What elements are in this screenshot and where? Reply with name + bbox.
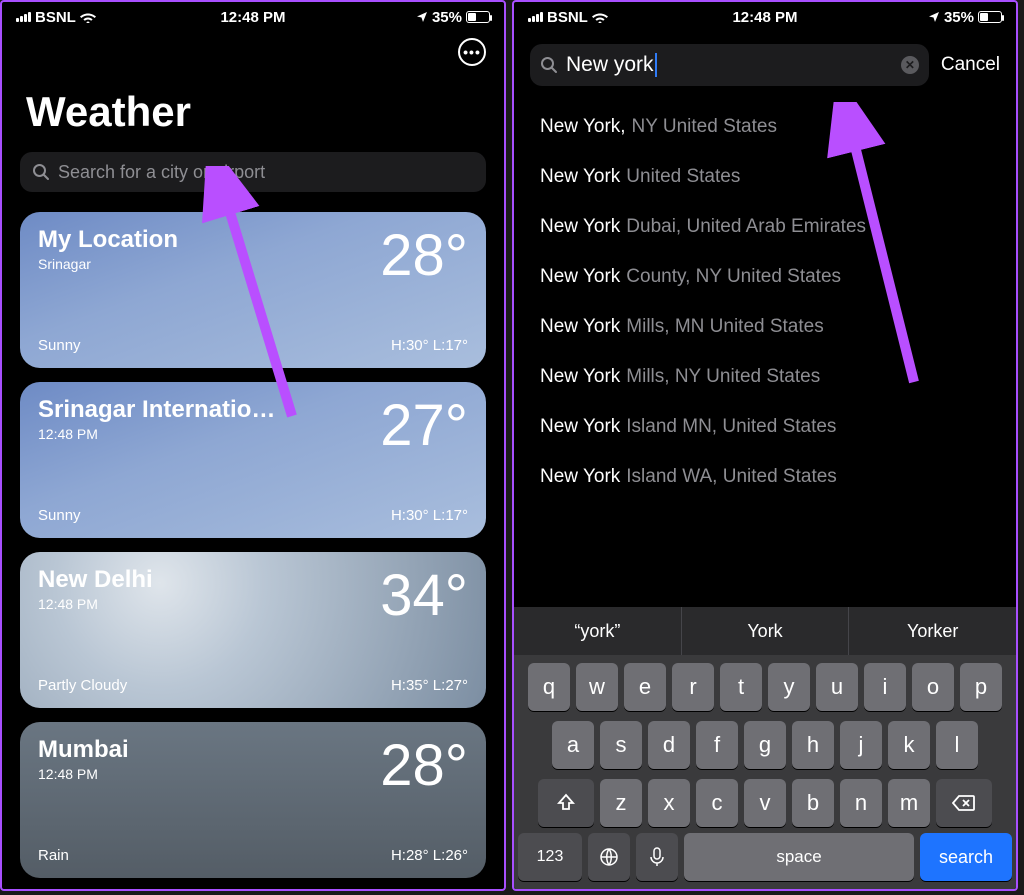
status-time: 12:48 PM: [2, 9, 504, 26]
key-b[interactable]: b: [792, 779, 834, 827]
phone-right: BSNL 12:48 PM 35% New york ✕ Cancel New …: [512, 0, 1018, 891]
weather-card[interactable]: Srinagar Internatio… 12:48 PM 27° Sunny …: [20, 382, 486, 538]
weather-list: My Location Srinagar 28° Sunny H:30° L:1…: [2, 198, 504, 878]
key-x[interactable]: x: [648, 779, 690, 827]
search-input[interactable]: New york ✕: [530, 44, 929, 86]
phone-left: BSNL 12:48 PM 35% ••• Weather Search for…: [0, 0, 506, 891]
status-bar: BSNL 12:48 PM 35%: [514, 2, 1016, 32]
search-result[interactable]: New YorkCounty, NY United States: [514, 252, 1016, 302]
key-g[interactable]: g: [744, 721, 786, 769]
card-hilo: H:35° L:27°: [391, 677, 468, 694]
key-k[interactable]: k: [888, 721, 930, 769]
card-temp: 27°: [380, 392, 468, 459]
search-key[interactable]: search: [920, 833, 1012, 881]
key-i[interactable]: i: [864, 663, 906, 711]
backspace-key[interactable]: [936, 779, 992, 827]
battery-icon: [978, 11, 1002, 23]
shift-key[interactable]: [538, 779, 594, 827]
search-result[interactable]: New YorkMills, NY United States: [514, 352, 1016, 402]
key-v[interactable]: v: [744, 779, 786, 827]
weather-card[interactable]: My Location Srinagar 28° Sunny H:30° L:1…: [20, 212, 486, 368]
key-e[interactable]: e: [624, 663, 666, 711]
card-condition: Rain: [38, 847, 69, 864]
mic-icon: [650, 847, 664, 867]
search-placeholder: Search for a city or airport: [58, 162, 265, 183]
key-q[interactable]: q: [528, 663, 570, 711]
card-condition: Sunny: [38, 507, 81, 524]
card-hilo: H:28° L:26°: [391, 847, 468, 864]
search-result[interactable]: New YorkUnited States: [514, 152, 1016, 202]
key-h[interactable]: h: [792, 721, 834, 769]
card-condition: Partly Cloudy: [38, 677, 127, 694]
weather-card[interactable]: Mumbai 12:48 PM 28° Rain H:28° L:26°: [20, 722, 486, 878]
search-result[interactable]: New York,NY United States: [514, 102, 1016, 152]
backspace-icon: [952, 794, 976, 812]
globe-key[interactable]: [588, 833, 630, 881]
card-temp: 28°: [380, 222, 468, 289]
key-j[interactable]: j: [840, 721, 882, 769]
key-r[interactable]: r: [672, 663, 714, 711]
mic-key[interactable]: [636, 833, 678, 881]
card-temp: 34°: [380, 562, 468, 629]
card-condition: Sunny: [38, 337, 81, 354]
suggestion[interactable]: Yorker: [849, 607, 1016, 655]
key-u[interactable]: u: [816, 663, 858, 711]
key-n[interactable]: n: [840, 779, 882, 827]
keyboard: “york” York Yorker qwertyuiop asdfghjkl …: [514, 607, 1016, 889]
search-result[interactable]: New YorkMills, MN United States: [514, 302, 1016, 352]
key-z[interactable]: z: [600, 779, 642, 827]
key-t[interactable]: t: [720, 663, 762, 711]
search-result[interactable]: New YorkDubai, United Arab Emirates: [514, 202, 1016, 252]
keyboard-suggestions: “york” York Yorker: [514, 607, 1016, 655]
status-bar: BSNL 12:48 PM 35%: [2, 2, 504, 32]
card-hilo: H:30° L:17°: [391, 337, 468, 354]
search-result[interactable]: New YorkIsland MN, United States: [514, 402, 1016, 452]
search-results: New York,NY United States New YorkUnited…: [514, 96, 1016, 508]
more-button[interactable]: •••: [458, 38, 486, 66]
key-c[interactable]: c: [696, 779, 738, 827]
suggestion[interactable]: York: [682, 607, 850, 655]
key-d[interactable]: d: [648, 721, 690, 769]
key-w[interactable]: w: [576, 663, 618, 711]
text-caret: [655, 53, 657, 77]
search-query: New york: [566, 53, 657, 77]
search-input[interactable]: Search for a city or airport: [20, 152, 486, 192]
weather-card[interactable]: New Delhi 12:48 PM 34° Partly Cloudy H:3…: [20, 552, 486, 708]
key-a[interactable]: a: [552, 721, 594, 769]
key-f[interactable]: f: [696, 721, 738, 769]
key-s[interactable]: s: [600, 721, 642, 769]
clear-icon[interactable]: ✕: [901, 56, 919, 74]
numeric-key[interactable]: 123: [518, 833, 582, 881]
globe-icon: [599, 847, 619, 867]
status-time: 12:48 PM: [514, 9, 1016, 26]
key-l[interactable]: l: [936, 721, 978, 769]
search-icon: [32, 163, 50, 181]
page-title: Weather: [2, 66, 504, 146]
key-y[interactable]: y: [768, 663, 810, 711]
space-key[interactable]: space: [684, 833, 914, 881]
key-m[interactable]: m: [888, 779, 930, 827]
key-o[interactable]: o: [912, 663, 954, 711]
battery-icon: [466, 11, 490, 23]
search-result[interactable]: New YorkIsland WA, United States: [514, 452, 1016, 502]
search-icon: [540, 56, 558, 74]
key-p[interactable]: p: [960, 663, 1002, 711]
card-temp: 28°: [380, 732, 468, 799]
suggestion[interactable]: “york”: [514, 607, 682, 655]
card-hilo: H:30° L:17°: [391, 507, 468, 524]
shift-icon: [556, 793, 576, 813]
cancel-button[interactable]: Cancel: [941, 54, 1000, 76]
